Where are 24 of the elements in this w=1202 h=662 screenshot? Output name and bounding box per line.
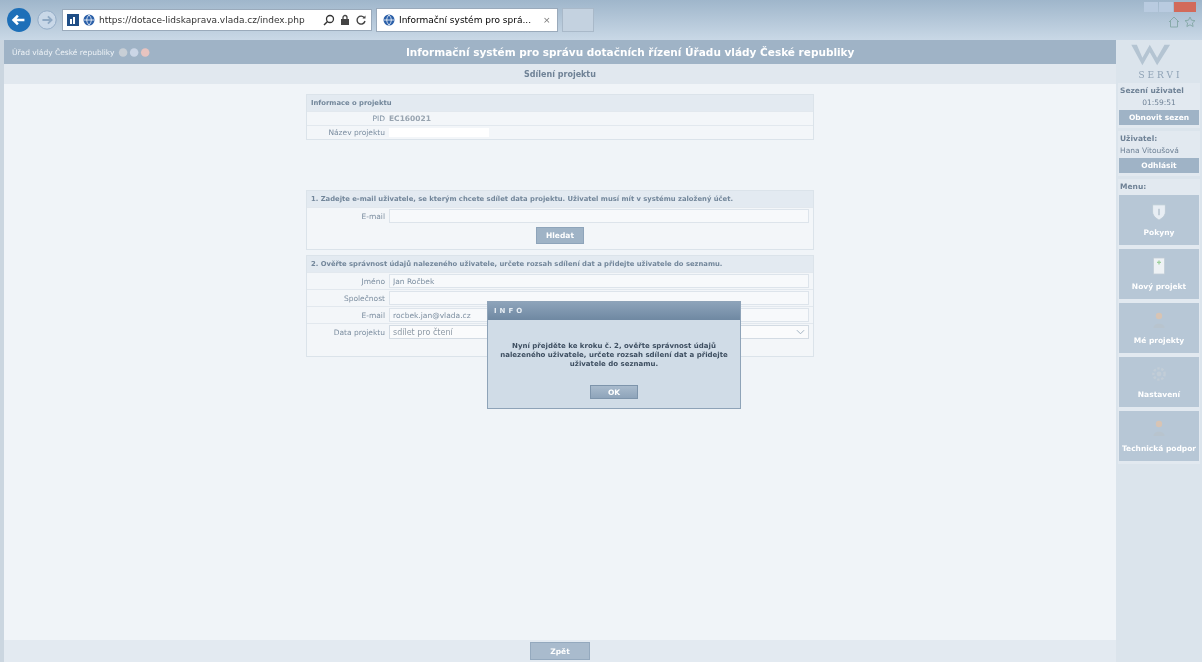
search-icon[interactable] <box>323 14 335 26</box>
window-controls[interactable] <box>1144 2 1196 12</box>
close-button[interactable]: × <box>543 15 551 25</box>
site-icon <box>67 14 79 26</box>
globe-icon <box>83 14 95 26</box>
url-text: https://dotace-lidskaprava.vlada.cz/index.php <box>99 15 305 25</box>
new-tab-button[interactable] <box>561 8 594 32</box>
lock-icon[interactable] <box>339 14 351 26</box>
address-bar[interactable]: https://dotace-lidskaprava.vlada.cz/index.php <box>62 9 372 31</box>
home-icon[interactable] <box>1168 16 1180 28</box>
app-title: Informační systém pro správu dotačních řízení Úřadu vlády České republiky <box>405 46 855 58</box>
chevron-icon <box>796 329 805 335</box>
logo-text: S E R V I <box>1138 70 1180 80</box>
shield-icon <box>1151 203 1167 221</box>
email-field[interactable] <box>389 209 809 223</box>
globe-icon <box>383 14 395 26</box>
person-icon <box>1151 419 1167 437</box>
person-icon <box>1151 311 1167 329</box>
browser-tab[interactable]: Informační systém pro sprá... × <box>376 8 558 32</box>
refresh-icon[interactable] <box>355 14 367 26</box>
page-title: Sdílení projektu <box>524 69 596 79</box>
star-icon[interactable] <box>1184 16 1196 28</box>
document-icon <box>1151 257 1167 275</box>
tab-title: Informační systém pro sprá... <box>399 15 532 25</box>
